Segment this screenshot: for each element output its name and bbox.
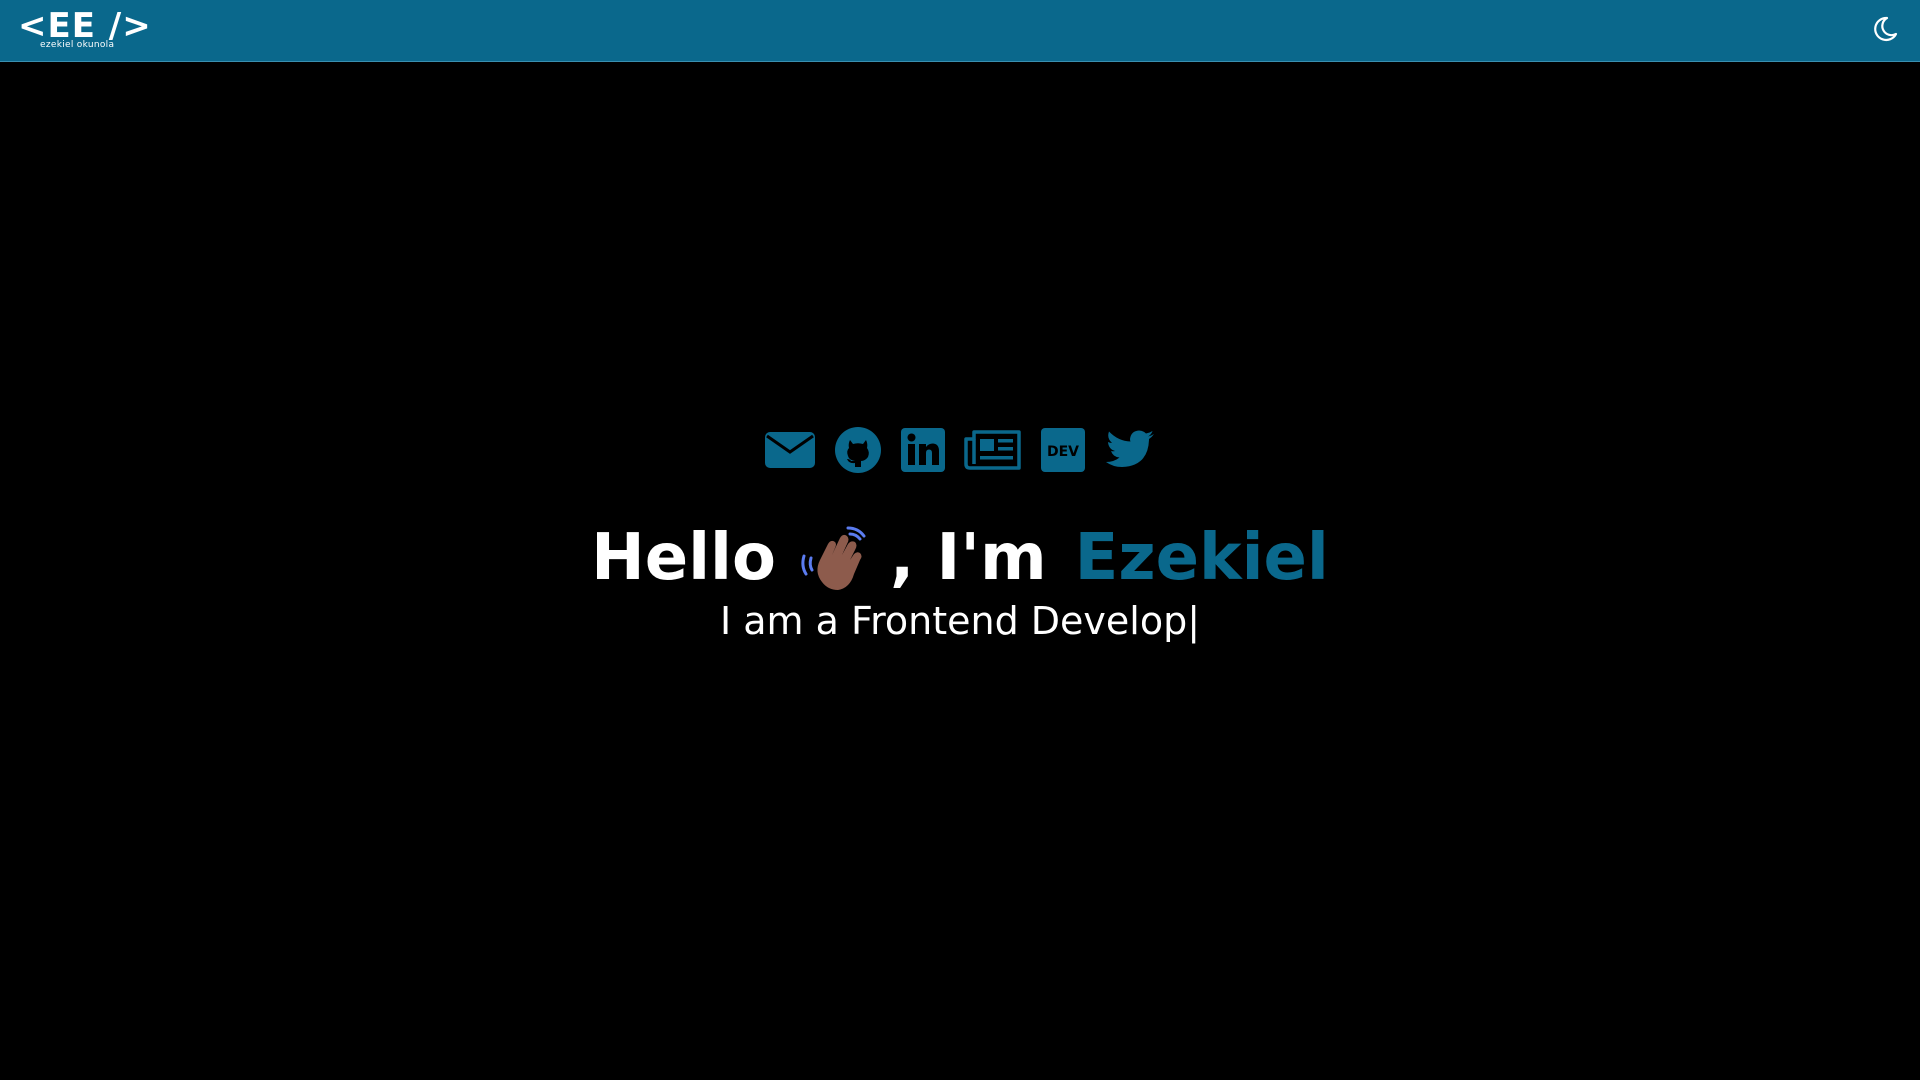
hero-section: DEV Hello , I'm Ezekiel I am a Frontend … xyxy=(0,420,1920,646)
dev-icon-label: DEV xyxy=(1047,444,1079,460)
theme-toggle-button[interactable] xyxy=(1870,14,1900,44)
dev-icon: DEV xyxy=(1041,428,1085,472)
github-icon xyxy=(835,427,881,473)
intro-text: , I'm xyxy=(889,521,1047,595)
tagline-text: I am a Frontend Develop xyxy=(719,599,1188,643)
newspaper-icon xyxy=(964,430,1021,470)
linkedin-icon xyxy=(901,428,945,472)
social-links: DEV xyxy=(0,420,1920,480)
navbar: <EE /> ezekiel okunola xyxy=(0,0,1920,62)
hero-tagline: I am a Frontend Develop| xyxy=(0,596,1920,646)
site-logo[interactable]: <EE /> ezekiel okunola xyxy=(18,6,151,52)
hero-name: Ezekiel xyxy=(1074,521,1329,595)
hero-headline: Hello , I'm Ezekiel xyxy=(0,522,1920,594)
email-icon xyxy=(765,432,815,468)
email-link[interactable] xyxy=(764,430,816,470)
dev-link[interactable]: DEV xyxy=(1040,427,1086,473)
twitter-link[interactable] xyxy=(1104,429,1156,471)
twitter-icon xyxy=(1106,430,1154,467)
github-link[interactable] xyxy=(834,426,882,474)
moon-icon xyxy=(1874,16,1898,42)
waving-hand-icon xyxy=(801,526,866,590)
logo-subtitle: ezekiel okunola xyxy=(40,40,115,50)
linkedin-link[interactable] xyxy=(900,427,946,473)
blog-link[interactable] xyxy=(964,429,1022,471)
typing-cursor: | xyxy=(1187,599,1201,643)
greeting-text: Hello xyxy=(591,521,776,595)
